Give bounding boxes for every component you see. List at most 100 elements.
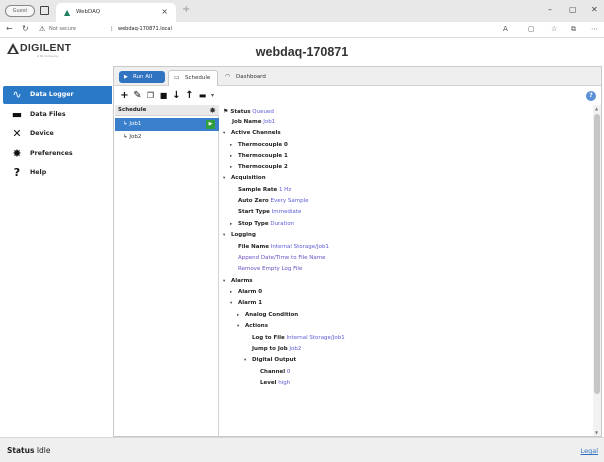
tab-schedule[interactable]: ▭ Schedule bbox=[168, 70, 218, 86]
expand-icon: ▾ bbox=[244, 358, 247, 363]
scrollbar-thumb[interactable] bbox=[594, 114, 600, 394]
back-icon[interactable]: ← bbox=[6, 24, 13, 33]
run-all-button[interactable]: ▶ Run All bbox=[119, 71, 165, 83]
close-window-icon[interactable]: ✕ bbox=[591, 5, 598, 14]
actions-node[interactable]: ▾ Actions bbox=[237, 321, 601, 332]
help-icon[interactable]: ? bbox=[586, 91, 596, 101]
alarms-node[interactable]: ▾ Alarms bbox=[223, 276, 595, 287]
legal-link[interactable]: Legal bbox=[581, 447, 598, 455]
gear-icon: ✸ bbox=[12, 147, 22, 160]
expand-icon: ▾ bbox=[230, 301, 233, 306]
sidebar-item-help[interactable]: ? Help bbox=[3, 164, 112, 182]
schedule-settings-gear-icon[interactable]: ✸ bbox=[209, 105, 216, 116]
more-icon[interactable]: ⋯ bbox=[591, 25, 598, 33]
log-to-file-row[interactable]: Log to File Internal Storage/Job1 bbox=[252, 333, 601, 344]
job-name: ↳ Job2 bbox=[123, 134, 142, 140]
gauge-icon: ◠ bbox=[225, 73, 231, 80]
profile-button[interactable]: Guest bbox=[5, 5, 35, 17]
schedule-header-label: Schedule bbox=[118, 107, 147, 113]
security-label[interactable]: Not secure bbox=[49, 26, 76, 32]
digital-output-node[interactable]: ▾ Digital Output bbox=[244, 355, 601, 366]
browser-tab[interactable]: ▲ WebDAQ × bbox=[56, 3, 176, 22]
sidebar-item-device[interactable]: ✕ Device bbox=[3, 125, 112, 143]
waveform-icon: ∿ bbox=[12, 88, 22, 101]
thermocouple-2-node[interactable]: ▸ Thermocouple 2 bbox=[230, 162, 601, 173]
alarm-1-node[interactable]: ▾ Alarm 1 bbox=[230, 298, 601, 309]
delete-icon[interactable]: ■ bbox=[158, 90, 169, 102]
level-row[interactable]: Level high bbox=[260, 378, 601, 389]
copy-icon[interactable]: ❐ bbox=[145, 90, 156, 102]
tab-dashboard[interactable]: ◠ Dashboard bbox=[220, 70, 276, 86]
jump-to-job-row[interactable]: Jump to Job Job2 bbox=[252, 344, 601, 355]
read-aloud-icon[interactable]: A bbox=[503, 25, 508, 33]
file-name-row[interactable]: File Name Internal Storage/Job1 bbox=[238, 242, 601, 253]
webdaq-favicon-icon: ▲ bbox=[64, 8, 71, 17]
job-name-row[interactable]: Job Name Job1 bbox=[232, 117, 601, 128]
sample-rate-row[interactable]: Sample Rate 1 Hz bbox=[238, 185, 601, 196]
schedule-header: Schedule ✸ bbox=[115, 105, 219, 116]
auto-zero-row[interactable]: Auto Zero Every Sample bbox=[238, 196, 601, 207]
expand-icon: ▾ bbox=[223, 233, 226, 238]
reload-icon[interactable]: ↻ bbox=[22, 24, 29, 33]
scroll-down-icon[interactable]: ▼ bbox=[595, 430, 598, 435]
expand-icon: ▾ bbox=[237, 324, 240, 329]
collections-icon[interactable]: ⧉ bbox=[571, 25, 576, 34]
thermocouple-0-node[interactable]: ▸ Thermocouple 0 bbox=[230, 140, 601, 151]
scroll-up-icon[interactable]: ▲ bbox=[595, 106, 598, 111]
run-all-label: Run All bbox=[133, 74, 153, 80]
thermocouple-1-node[interactable]: ▸ Thermocouple 1 bbox=[230, 151, 601, 162]
logging-node[interactable]: ▾ Logging bbox=[223, 230, 595, 241]
tab-close-icon[interactable]: × bbox=[161, 7, 168, 16]
chevron-down-icon[interactable]: ▾ bbox=[207, 90, 218, 102]
profile-label: Guest bbox=[12, 8, 28, 14]
expand-icon: ▾ bbox=[223, 131, 226, 136]
app-header: DIGILENT A NI Company webdaq-170871 bbox=[0, 38, 604, 66]
sidebar-item-preferences[interactable]: ✸ Preferences bbox=[3, 145, 112, 163]
browser-titlebar: Guest ▲ WebDAQ × + – ▢ ✕ bbox=[0, 0, 604, 22]
question-icon: ? bbox=[13, 166, 21, 179]
minimize-icon[interactable]: – bbox=[548, 5, 552, 14]
collapse-icon: ▸ bbox=[230, 143, 233, 148]
append-datetime-row[interactable]: Append Date/Time to File Name bbox=[238, 253, 601, 264]
sidebar-item-label: Data Logger bbox=[30, 91, 74, 98]
sidebar-item-label: Preferences bbox=[30, 150, 73, 157]
properties-scrollbar[interactable]: ▲ ▼ bbox=[593, 105, 601, 436]
add-icon[interactable]: + bbox=[119, 90, 130, 102]
status-row: ⚑ Status Queued bbox=[223, 108, 274, 115]
active-channels-node[interactable]: ▾ Active Channels bbox=[223, 128, 595, 139]
remove-empty-row[interactable]: Remove Empty Log File bbox=[238, 264, 601, 275]
maximize-icon[interactable]: ▢ bbox=[569, 5, 577, 14]
new-tab-icon[interactable]: + bbox=[182, 4, 190, 15]
tab-actions-icon[interactable] bbox=[40, 6, 49, 15]
sidebar-item-label: Data Files bbox=[30, 111, 66, 118]
alarm-0-node[interactable]: ▸ Alarm 0 bbox=[230, 287, 601, 298]
start-type-row[interactable]: Start Type Immediate bbox=[238, 207, 601, 218]
expand-icon: ▾ bbox=[223, 176, 226, 181]
analog-condition-node[interactable]: ▸ Analog Condition bbox=[237, 310, 601, 321]
status-footer: Status Idle Legal bbox=[0, 437, 604, 462]
schedule-job-1[interactable]: ↳ Job1 ▶ bbox=[115, 118, 219, 131]
sidebar-item-data-logger[interactable]: ∿ Data Logger bbox=[3, 86, 112, 104]
url-field[interactable]: webdaq-170871.local bbox=[118, 26, 172, 32]
move-down-icon[interactable]: ↓ bbox=[171, 90, 182, 102]
sidebar-item-label: Device bbox=[30, 130, 54, 137]
app-status: Status Idle bbox=[7, 446, 51, 455]
device-hostname: webdaq-170871 bbox=[255, 45, 349, 59]
edit-icon[interactable]: ✎ bbox=[132, 90, 143, 102]
filter-icon[interactable]: ⚑ bbox=[223, 108, 228, 115]
stop-type-node[interactable]: ▸ Stop Type Duration bbox=[230, 219, 601, 230]
url-divider: | bbox=[111, 26, 113, 32]
collapse-icon: ▸ bbox=[230, 165, 233, 170]
sidebar: ∿ Data Logger ▬ Data Files ✕ Device ✸ Pr… bbox=[0, 66, 112, 437]
sidebar-item-data-files[interactable]: ▬ Data Files bbox=[3, 106, 112, 124]
move-up-icon[interactable]: ↑ bbox=[184, 90, 195, 102]
expand-icon: ▾ bbox=[223, 279, 226, 284]
split-screen-icon[interactable]: ▢ bbox=[528, 25, 535, 33]
channel-row[interactable]: Channel 0 bbox=[260, 367, 601, 378]
acquisition-node[interactable]: ▾ Acquisition bbox=[223, 173, 595, 184]
schedule-job-2[interactable]: ↳ Job2 bbox=[115, 131, 219, 144]
job-properties-tree: ⚑ Status Queued Job Name Job1 ▾ Active Cha… bbox=[220, 105, 601, 436]
collapse-icon: ▸ bbox=[230, 154, 233, 159]
warning-icon[interactable]: ⚠ bbox=[39, 25, 45, 33]
favorites-icon[interactable]: ☆ bbox=[551, 25, 557, 33]
